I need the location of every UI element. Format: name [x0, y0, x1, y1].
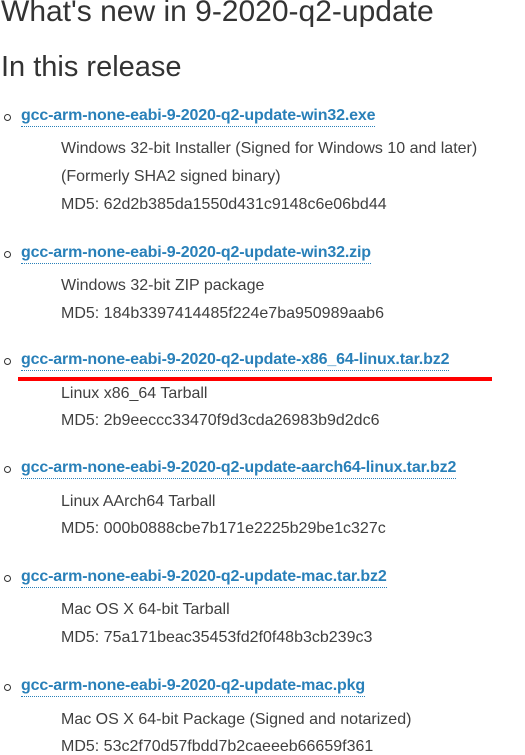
md5-checksum: MD5: 000b0888cbe7b171e2225b29be1c327c: [61, 520, 386, 537]
bullet-icon: [4, 114, 11, 121]
download-link-win32-exe[interactable]: gcc-arm-none-eabi-9-2020-q2-update-win32…: [21, 106, 376, 127]
page-title: What's new in 9-2020-q2-update: [1, 0, 434, 28]
md5-checksum: MD5: 62d2b385da1550d431c9148c6e06bd44: [61, 196, 387, 213]
description-line: Mac OS X 64-bit Package (Signed and nota…: [61, 711, 412, 728]
download-link-mac-pkg[interactable]: gcc-arm-none-eabi-9-2020-q2-update-mac.p…: [21, 676, 365, 697]
download-link-aarch64-linux[interactable]: gcc-arm-none-eabi-9-2020-q2-update-aarch…: [21, 458, 456, 479]
download-link-x86-64-linux[interactable]: gcc-arm-none-eabi-9-2020-q2-update-x86_6…: [21, 350, 449, 371]
description-line: Windows 32-bit ZIP package: [61, 277, 265, 294]
description-line: Windows 32-bit Installer (Signed for Win…: [61, 140, 478, 157]
bullet-icon: [4, 575, 11, 582]
section-title: In this release: [1, 51, 182, 83]
highlight-annotation-underline: [18, 377, 492, 381]
description-line: Linux AArch64 Tarball: [61, 493, 216, 510]
bullet-icon: [4, 466, 11, 473]
bullet-icon: [4, 684, 11, 691]
download-link-mac-tarball[interactable]: gcc-arm-none-eabi-9-2020-q2-update-mac.t…: [21, 567, 387, 588]
release-notes-page: What's new in 9-2020-q2-update In this r…: [0, 0, 525, 755]
description-line: Mac OS X 64-bit Tarball: [61, 601, 230, 618]
md5-checksum: MD5: 2b9eeccc33470f9d3cda26983b9d2dc6: [61, 412, 380, 429]
description-line: Linux x86_64 Tarball: [61, 385, 208, 402]
download-link-win32-zip[interactable]: gcc-arm-none-eabi-9-2020-q2-update-win32…: [21, 243, 371, 264]
description-line: (Formerly SHA2 signed binary): [61, 168, 281, 185]
bullet-icon: [4, 251, 11, 258]
md5-checksum: MD5: 75a171beac35453fd2f0f48b3cb239c3: [61, 629, 373, 646]
md5-checksum: MD5: 53c2f70d57fbdd7b2caeeeb66659f361: [61, 738, 374, 755]
md5-checksum: MD5: 184b3397414485f224e7ba950989aab6: [61, 305, 384, 322]
bullet-icon: [4, 358, 11, 365]
